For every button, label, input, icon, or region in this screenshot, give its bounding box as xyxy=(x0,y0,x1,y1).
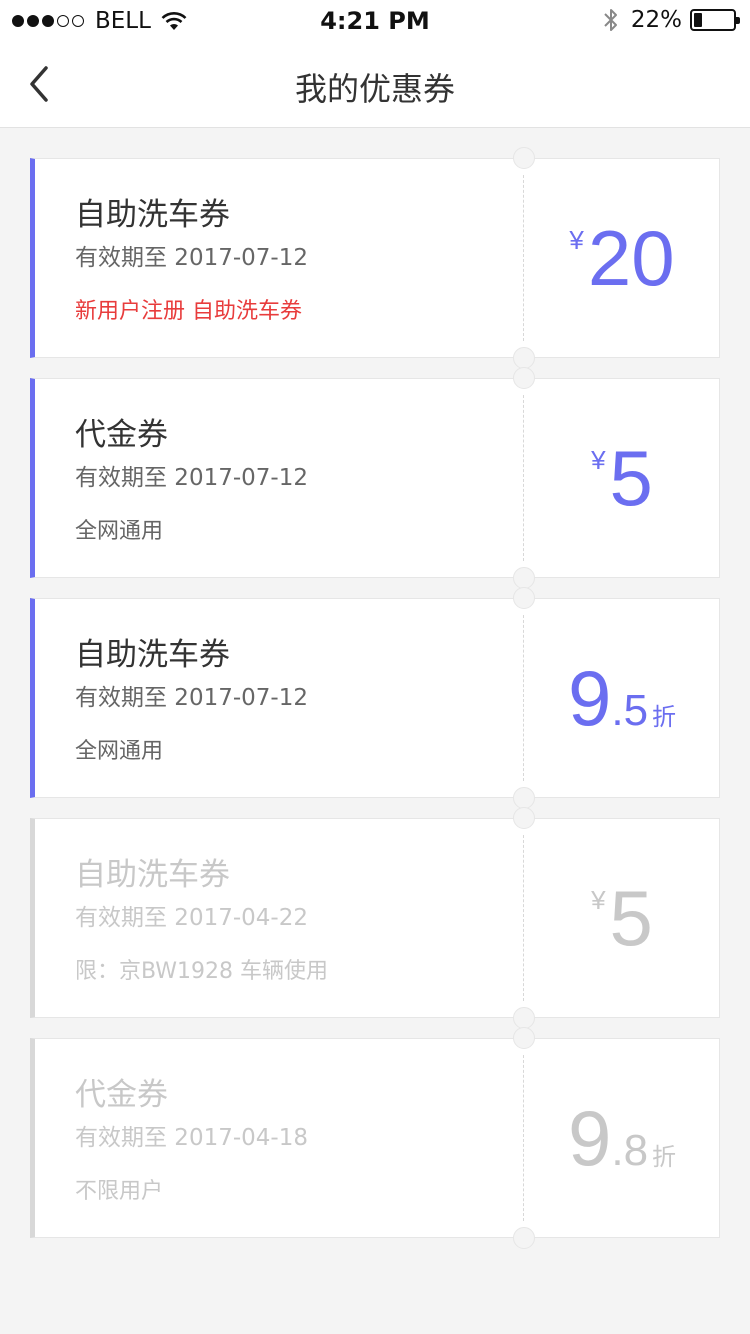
nav-bar: 我的优惠券 xyxy=(0,40,750,128)
coupon-expiry: 有效期至 2017-04-22 xyxy=(75,905,308,931)
coupon-info: 代金券 有效期至 2017-07-12 全网通用 xyxy=(75,415,505,547)
coupon-note: 全网通用 xyxy=(75,739,164,764)
coupon-currency: ¥ xyxy=(569,225,584,255)
coupon-note: 不限用户 xyxy=(75,1179,164,1204)
coupon-title: 代金券 xyxy=(75,417,168,453)
coupon-list: 自助洗车券 有效期至 2017-07-12 新用户注册 自助洗车券 ¥ 20 代… xyxy=(30,147,720,1258)
coupon-value-area: ¥ 20 xyxy=(524,159,720,357)
coupon-currency: ¥ xyxy=(591,445,606,475)
coupon-card[interactable]: 自助洗车券 有效期至 2017-07-12 全网通用 9 .5 折 xyxy=(30,587,720,809)
coupon-amount: 5 xyxy=(609,874,653,962)
coupon-title: 自助洗车券 xyxy=(75,637,230,673)
bluetooth-icon xyxy=(604,9,617,31)
coupon-note: 全网通用 xyxy=(75,519,164,544)
coupon-value-area: 9 .8 折 xyxy=(524,1039,720,1237)
coupon-expiry: 有效期至 2017-07-12 xyxy=(75,245,308,271)
coupon-expiry: 有效期至 2017-07-12 xyxy=(75,685,308,711)
coupon-info: 自助洗车券 有效期至 2017-07-12 全网通用 xyxy=(75,635,505,767)
coupon-currency: ¥ xyxy=(591,885,606,915)
coupon-value: ¥ 5 xyxy=(591,439,653,517)
coupon-value-area: ¥ 5 xyxy=(524,379,720,577)
coupon-value: 9 .5 折 xyxy=(568,659,676,737)
coupon-value: ¥ 5 xyxy=(591,879,653,957)
page-title: 我的优惠券 xyxy=(294,70,455,108)
coupon-card[interactable]: 自助洗车券 有效期至 2017-04-22 限：京BW1928 车辆使用 ¥ 5 xyxy=(30,807,720,1029)
coupon-amount: 5 xyxy=(609,434,653,522)
coupon-amount: 9 xyxy=(567,654,612,742)
coupon-info: 自助洗车券 有效期至 2017-04-22 限：京BW1928 车辆使用 xyxy=(75,855,505,987)
coupon-unit: 折 xyxy=(652,704,677,731)
coupon-card[interactable]: 代金券 有效期至 2017-07-12 全网通用 ¥ 5 xyxy=(30,367,720,589)
coupon-expiry: 有效期至 2017-07-12 xyxy=(75,465,308,491)
coupon-unit: 折 xyxy=(652,1144,677,1171)
coupon-info: 自助洗车券 有效期至 2017-07-12 新用户注册 自助洗车券 xyxy=(75,195,505,327)
coupon-amount: 20 xyxy=(587,214,675,302)
coupon-amount-decimal: .5 xyxy=(611,686,649,735)
coupon-info: 代金券 有效期至 2017-04-18 不限用户 xyxy=(75,1075,505,1207)
coupon-card[interactable]: 自助洗车券 有效期至 2017-07-12 新用户注册 自助洗车券 ¥ 20 xyxy=(30,147,720,369)
status-right: 22% xyxy=(603,7,740,33)
coupon-title: 代金券 xyxy=(75,1077,168,1113)
coupon-value-area: ¥ 5 xyxy=(524,819,720,1017)
coupon-amount-decimal: .8 xyxy=(611,1126,649,1175)
battery-icon xyxy=(690,9,740,31)
coupon-title: 自助洗车券 xyxy=(75,197,230,233)
coupon-title: 自助洗车券 xyxy=(75,857,230,893)
coupon-expiry: 有效期至 2017-04-18 xyxy=(75,1125,308,1151)
coupon-note: 新用户注册 自助洗车券 xyxy=(75,299,302,324)
coupon-note: 限：京BW1928 车辆使用 xyxy=(75,959,329,984)
battery-percent: 22% xyxy=(630,7,682,33)
coupon-value: ¥ 20 xyxy=(569,219,674,297)
coupon-amount: 9 xyxy=(567,1094,612,1182)
coupon-value-area: 9 .5 折 xyxy=(524,599,720,797)
coupon-card[interactable]: 代金券 有效期至 2017-04-18 不限用户 9 .8 折 xyxy=(30,1027,720,1249)
battery-fill xyxy=(694,13,703,27)
status-bar: BELL 4:21 PM 22% xyxy=(0,0,750,40)
coupon-value: 9 .8 折 xyxy=(568,1099,676,1177)
